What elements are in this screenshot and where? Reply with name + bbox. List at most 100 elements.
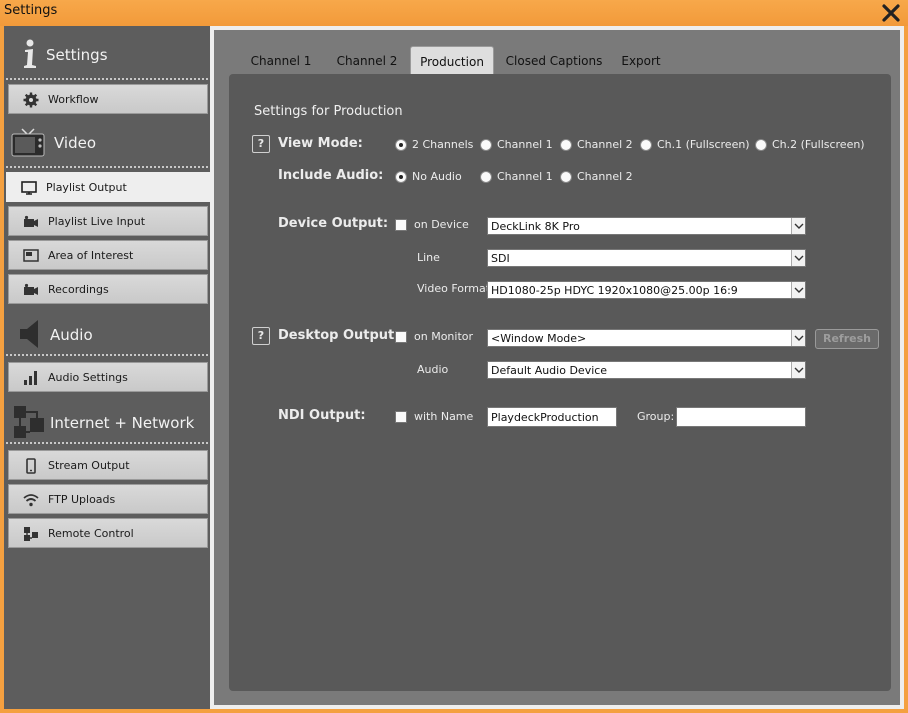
sidebar-item-label: FTP Uploads (48, 493, 116, 506)
tab-export[interactable]: Export (610, 46, 672, 74)
video-format-label: Video Format (417, 282, 491, 295)
tv-icon (11, 128, 45, 157)
section-heading: Settings for Production (254, 104, 403, 119)
sidebar-item-audio-settings[interactable]: Audio Settings (8, 362, 208, 392)
radio-label: Channel 1 (497, 170, 553, 183)
sidebar-item-remote-control[interactable]: Remote Control (8, 518, 208, 548)
speaker-icon (20, 320, 38, 348)
camera-icon (24, 283, 38, 295)
tab-production[interactable]: Production (410, 46, 494, 75)
production-settings-content: Settings for Production ? View Mode: 2 C… (229, 74, 891, 691)
chevron-down-icon[interactable] (791, 330, 805, 346)
camera-icon (24, 215, 38, 227)
chevron-down-icon[interactable] (791, 218, 805, 234)
sidebar-item-label: Audio Settings (48, 371, 128, 384)
line-select[interactable]: SDI (487, 249, 806, 267)
frame-icon (23, 249, 39, 262)
device-output-label: Device Output: (278, 216, 389, 231)
info-icon (24, 39, 36, 68)
audio-device-select[interactable]: Default Audio Device (487, 361, 806, 379)
client-area: Settings Workflow Video Playlist Output … (4, 26, 904, 709)
tab-closed-captions[interactable]: Closed Captions (498, 46, 610, 74)
checkbox-box (395, 411, 407, 423)
audio-device-label: Audio (417, 363, 449, 376)
video-format-select[interactable]: HD1080-25p HDYC 1920x1080@25.00p 16:9 (487, 281, 806, 299)
wifi-icon (23, 494, 39, 507)
sidebar-section-settings: Settings (4, 28, 210, 78)
sidebar-item-playlist-live-input[interactable]: Playlist Live Input (8, 206, 208, 236)
sidebar-divider (6, 78, 208, 80)
sidebar-item-ftp-uploads[interactable]: FTP Uploads (8, 484, 208, 514)
sidebar: Settings Workflow Video Playlist Output … (4, 26, 210, 709)
radio-dot (395, 139, 407, 151)
ndi-name-input-wrap (487, 407, 617, 427)
sidebar-section-audio: Audio (4, 308, 210, 358)
sidebar-item-area-of-interest[interactable]: Area of Interest (8, 240, 208, 270)
sidebar-section-label: Internet + Network (50, 414, 195, 432)
sidebar-item-label: Playlist Output (46, 181, 127, 194)
radio-dot (480, 171, 492, 183)
ndi-group-input-wrap (676, 407, 806, 427)
select-value: DeckLink 8K Pro (491, 220, 580, 233)
checkbox-label: on Monitor (414, 330, 474, 343)
sidebar-item-recordings[interactable]: Recordings (8, 274, 208, 304)
sidebar-section-label: Video (54, 134, 97, 152)
sidebar-item-playlist-output[interactable]: Playlist Output (6, 172, 210, 202)
select-value: SDI (491, 252, 510, 265)
title-bar: Settings (0, 0, 908, 26)
checkbox-box (395, 331, 407, 343)
sidebar-item-stream-output[interactable]: Stream Output (8, 450, 208, 480)
radio-label: Ch.1 (Fullscreen) (657, 138, 750, 151)
sidebar-section-internet-network: Internet + Network (4, 396, 210, 446)
desktop-output-label: Desktop Output: (278, 328, 400, 343)
chevron-down-icon[interactable] (791, 250, 805, 266)
chevron-down-icon[interactable] (791, 362, 805, 378)
gear-icon (23, 92, 39, 108)
radio-label: Ch.2 (Fullscreen) (772, 138, 865, 151)
sidebar-item-label: Recordings (48, 283, 109, 296)
monitor-icon (21, 181, 37, 195)
sidebar-item-label: Stream Output (48, 459, 130, 472)
view-mode-help-button[interactable]: ? (252, 135, 270, 153)
phone-icon (26, 458, 36, 474)
bars-icon (24, 371, 37, 385)
monitor-select[interactable]: <Window Mode> (487, 329, 806, 347)
radio-dot (640, 139, 652, 151)
view-mode-label: View Mode: (278, 136, 363, 151)
device-select[interactable]: DeckLink 8K Pro (487, 217, 806, 235)
sidebar-section-label: Audio (50, 326, 93, 344)
line-label: Line (417, 251, 440, 264)
sidebar-item-label: Playlist Live Input (48, 215, 146, 228)
radio-label: No Audio (412, 170, 462, 183)
refresh-button[interactable]: Refresh (815, 329, 879, 349)
radio-dot (395, 171, 407, 183)
select-value: <Window Mode> (491, 332, 587, 345)
radio-label: Channel 2 (577, 170, 633, 183)
radio-dot (755, 139, 767, 151)
select-value: HD1080-25p HDYC 1920x1080@25.00p 16:9 (491, 284, 738, 297)
settings-panel: Channel 1 Channel 2 Production Closed Ca… (214, 30, 900, 705)
ndi-name-input[interactable] (488, 408, 616, 426)
ndi-group-input[interactable] (677, 408, 805, 426)
sidebar-section-video: Video (4, 116, 210, 166)
tab-channel-2[interactable]: Channel 2 (324, 46, 410, 74)
radio-dot (560, 139, 572, 151)
radio-dot (480, 139, 492, 151)
desktop-output-help-button[interactable]: ? (252, 327, 270, 345)
radio-label: Channel 2 (577, 138, 633, 151)
network-icon (14, 406, 44, 438)
sidebar-item-label: Area of Interest (48, 249, 134, 262)
tab-channel-1[interactable]: Channel 1 (238, 46, 324, 74)
checkbox-label: with Name (414, 410, 474, 423)
main-panel: Channel 1 Channel 2 Production Closed Ca… (210, 26, 904, 709)
window-title: Settings (4, 3, 58, 18)
sidebar-divider (6, 442, 208, 444)
chevron-down-icon[interactable] (791, 282, 805, 298)
close-icon[interactable] (880, 2, 902, 24)
checkbox-box (395, 219, 407, 231)
sidebar-item-workflow[interactable]: Workflow (8, 84, 208, 114)
sidebar-item-label: Workflow (48, 93, 99, 106)
remote-icon (24, 527, 38, 541)
sidebar-divider (6, 354, 208, 356)
sidebar-divider (6, 166, 208, 168)
